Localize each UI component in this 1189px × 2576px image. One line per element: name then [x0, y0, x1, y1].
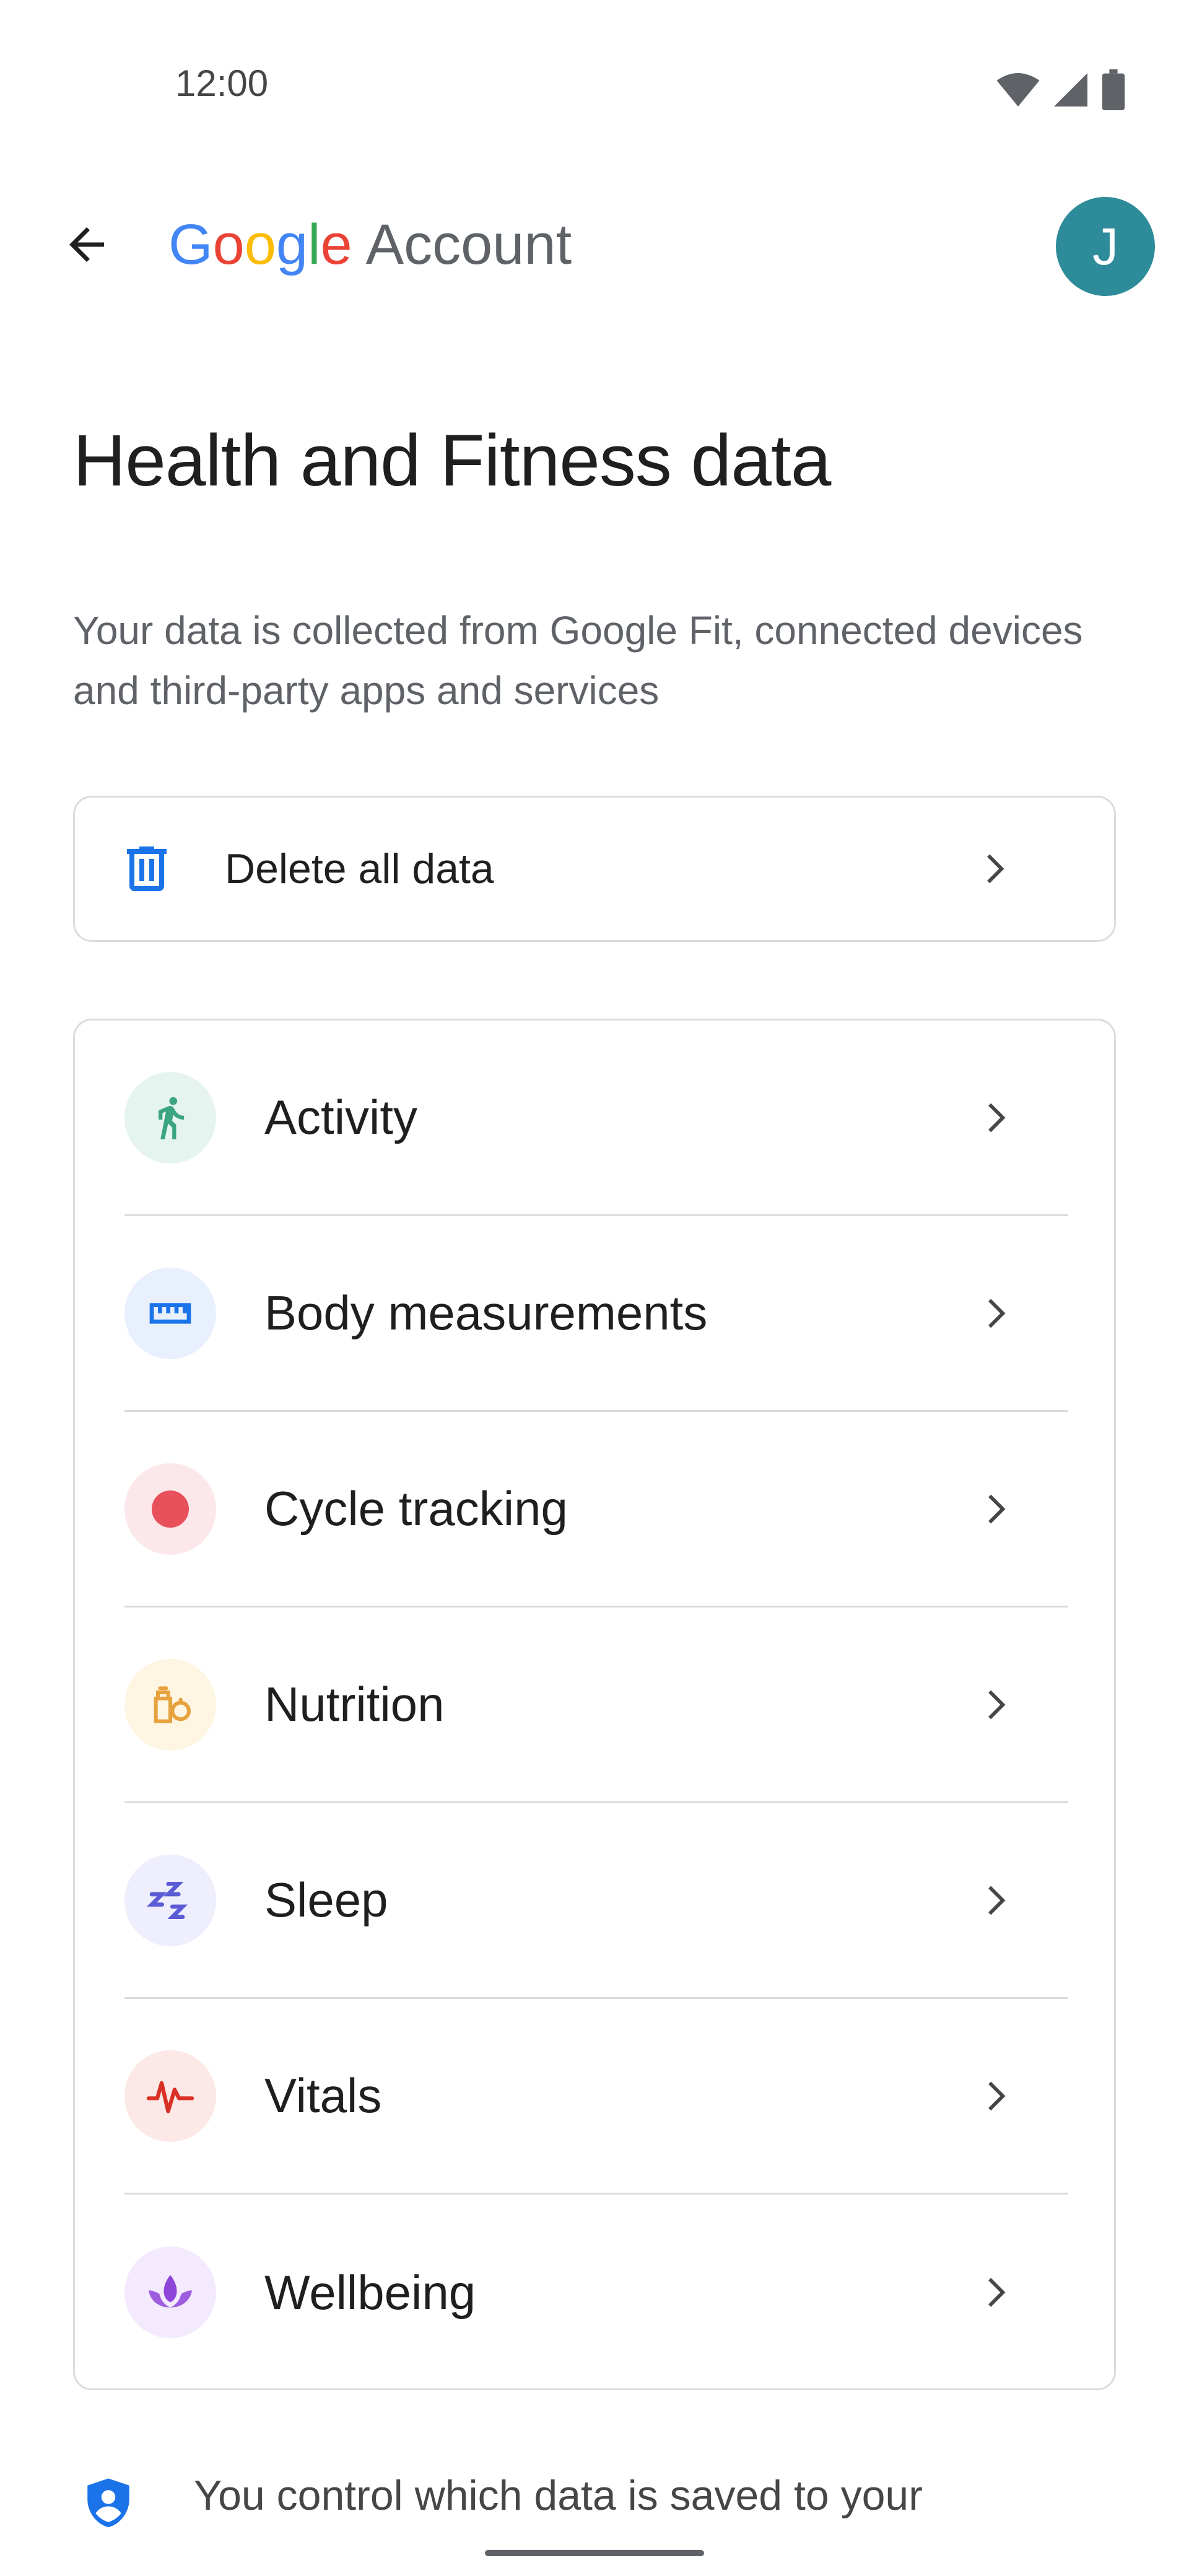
- cycle-icon: [152, 1490, 189, 1528]
- delete-all-data-label: Delete all data: [225, 845, 494, 892]
- ruler-icon: [149, 1302, 191, 1324]
- delete-all-data-button[interactable]: Delete all data: [73, 796, 1116, 942]
- chevron-right-icon: [973, 1879, 1016, 1922]
- google-wordmark: Google: [168, 216, 352, 273]
- category-icon-bg: [124, 1071, 216, 1164]
- page-title: Health and Fitness data: [73, 420, 831, 502]
- chevron-right-icon: [973, 1096, 1016, 1139]
- category-label: Body measurements: [264, 1286, 708, 1340]
- chevron-right-icon: [972, 847, 1015, 890]
- category-label: Nutrition: [264, 1677, 445, 1731]
- category-cycle-tracking[interactable]: Cycle tracking: [124, 1412, 1068, 1608]
- gesture-home-bar[interactable]: [485, 2550, 704, 2556]
- privacy-footer-text: You control which data is saved to your: [194, 2472, 923, 2519]
- chevron-right-icon: [973, 1683, 1016, 1726]
- category-icon-bg: [124, 1463, 216, 1555]
- google-letter: G: [168, 213, 213, 276]
- avatar-initial: J: [1092, 217, 1118, 276]
- signal-icon: [1054, 73, 1087, 107]
- category-label: Cycle tracking: [264, 1481, 568, 1536]
- back-button[interactable]: [50, 207, 124, 282]
- chevron-right-icon: [973, 2074, 1016, 2118]
- category-label: Sleep: [264, 1873, 388, 1927]
- wifi-icon: [996, 73, 1040, 107]
- account-wordmark: Account: [365, 213, 572, 276]
- page-description: Your data is collected from Google Fit, …: [73, 608, 1083, 713]
- category-label: Vitals: [264, 2068, 382, 2123]
- status-time: 12:00: [175, 63, 269, 104]
- running-icon: [159, 1097, 185, 1139]
- google-letter: o: [244, 213, 276, 276]
- battery-icon: [1102, 69, 1125, 110]
- category-activity[interactable]: Activity: [124, 1020, 1068, 1216]
- category-wellbeing[interactable]: Wellbeing: [124, 2195, 1068, 2390]
- chevron-right-icon: [973, 1487, 1016, 1531]
- google-account-logo: Google Account: [168, 211, 572, 279]
- google-letter: o: [212, 213, 245, 276]
- category-body-measurements[interactable]: Body measurements: [124, 1216, 1068, 1412]
- shield-person-icon: [87, 2478, 129, 2528]
- category-label: Activity: [264, 1090, 418, 1144]
- category-icon-bg: [124, 1658, 216, 1751]
- trash-icon: [117, 838, 204, 900]
- google-letter: l: [308, 213, 321, 276]
- category-icon-bg: [124, 1267, 216, 1359]
- status-icons: [996, 68, 1141, 111]
- nutrition-icon: [154, 1686, 191, 1723]
- category-nutrition[interactable]: Nutrition: [124, 1608, 1068, 1803]
- sleep-icon: [146, 1881, 188, 1919]
- category-icon-bg: [124, 2050, 216, 2142]
- chevron-right-icon: [973, 2271, 1016, 2314]
- account-avatar[interactable]: J: [1056, 197, 1155, 296]
- category-sleep[interactable]: Sleep: [124, 1803, 1068, 1999]
- arrow-back-icon: [69, 227, 104, 262]
- categories-list: Activity Body measurements Cycle trackin…: [73, 1019, 1116, 2390]
- category-label: Wellbeing: [264, 2265, 476, 2320]
- lotus-icon: [149, 2275, 192, 2308]
- category-vitals[interactable]: Vitals: [124, 1999, 1068, 2195]
- pulse-icon: [146, 2081, 194, 2113]
- category-icon-bg: [124, 2247, 216, 2338]
- category-icon-bg: [124, 1854, 216, 1946]
- google-letter: e: [320, 213, 352, 276]
- google-letter: g: [276, 213, 308, 276]
- chevron-right-icon: [973, 1292, 1016, 1335]
